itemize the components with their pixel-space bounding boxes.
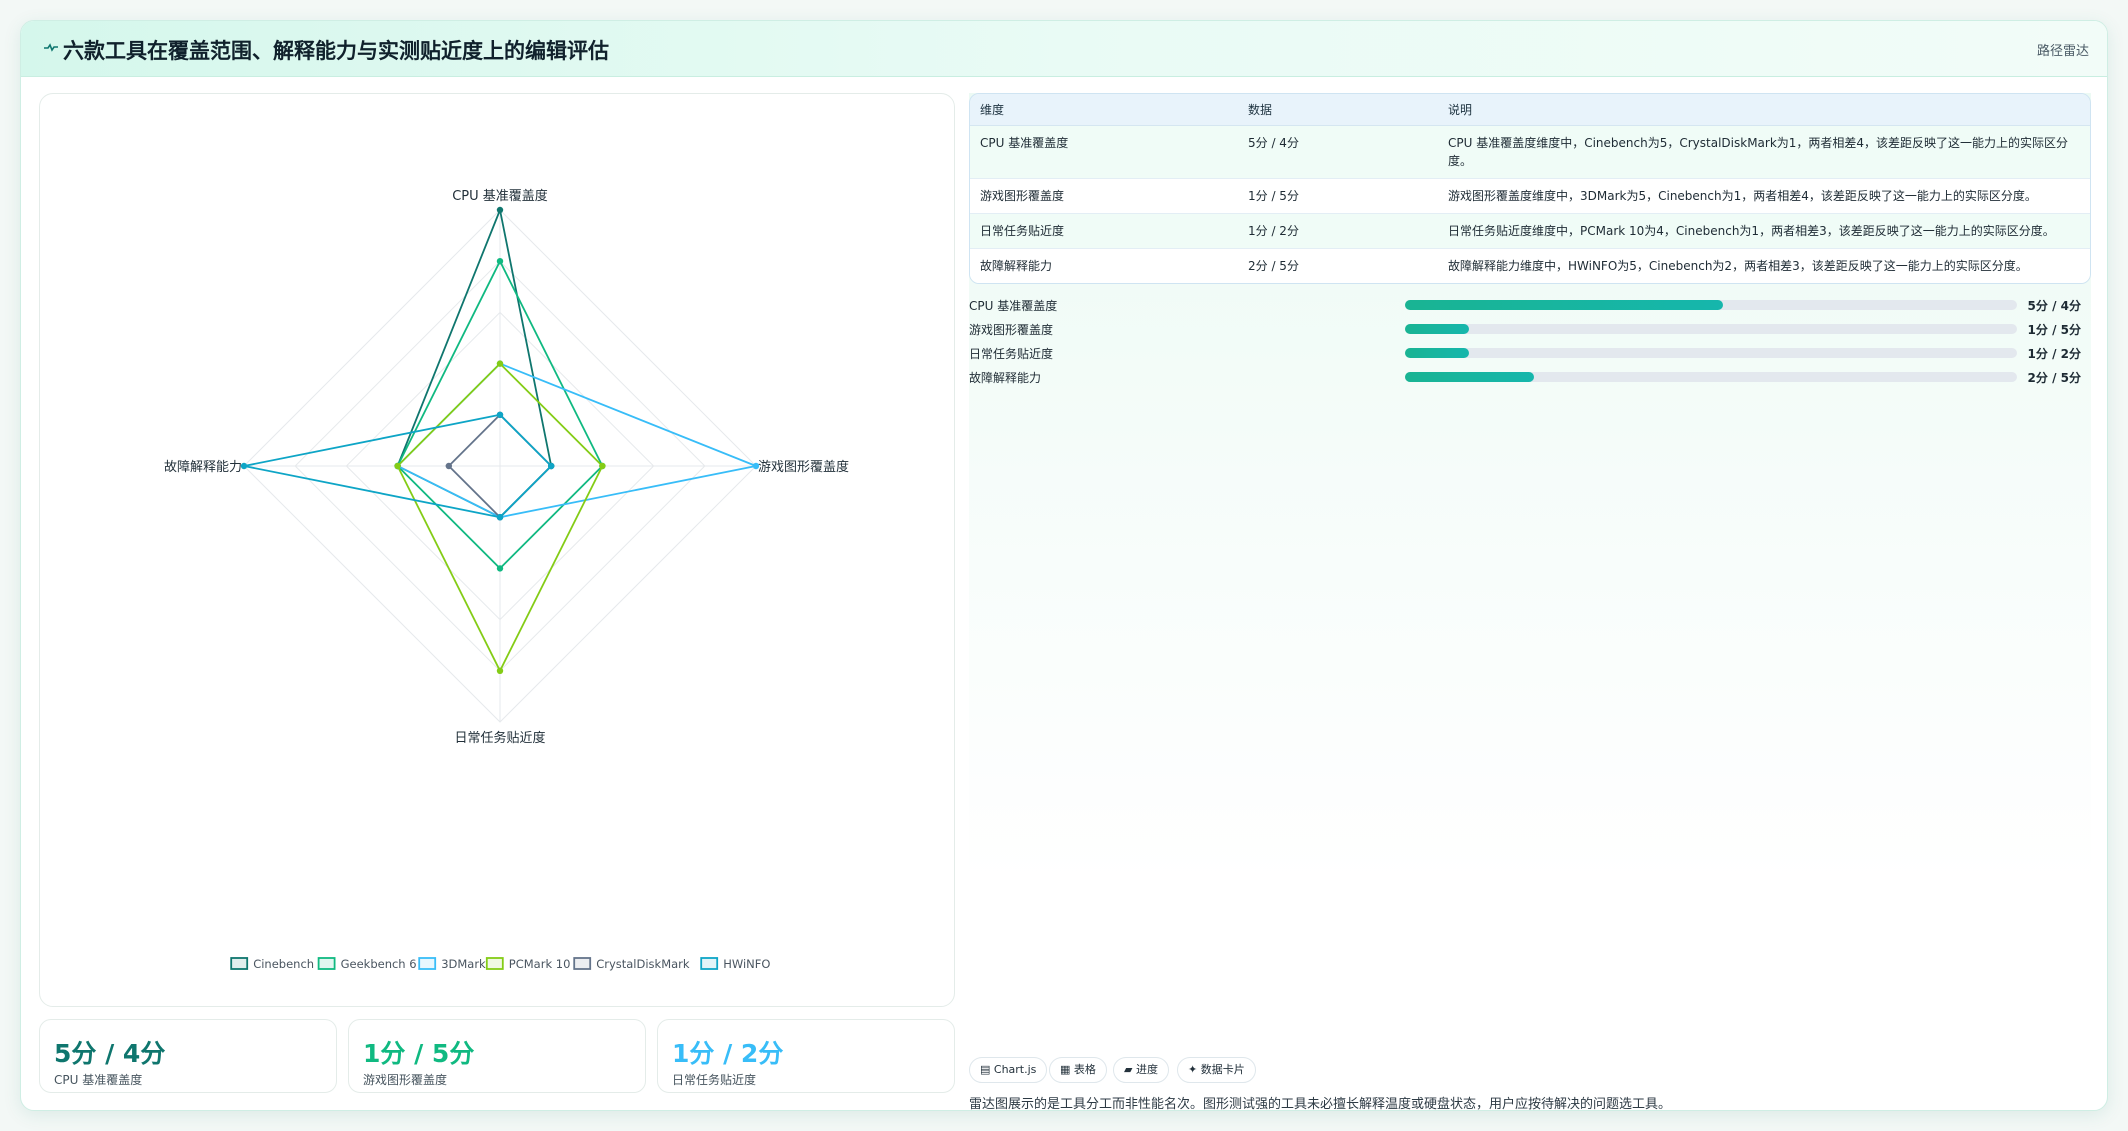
series-line-0 bbox=[396, 209, 553, 519]
progress-row: 日常任务贴近度 1分 / 2分 bbox=[969, 341, 2091, 365]
stat-value: 1分 / 5分 bbox=[363, 1039, 475, 1068]
axis-label-0: CPU 基准覆盖度 bbox=[452, 188, 548, 204]
series-point-3-0 bbox=[496, 360, 504, 367]
legend-label-0: Cinebench bbox=[253, 957, 314, 971]
details-panel: 维度 数据 说明 CPU 基准覆盖度 5分 / 4分 CPU 基准覆盖度维度中，… bbox=[969, 93, 2091, 883]
progress-label: 故障解释能力 bbox=[969, 371, 1042, 385]
table-cell: 5分 / 4分 bbox=[1238, 126, 1438, 179]
progress-value: 1分 / 5分 bbox=[2027, 323, 2081, 337]
legend-swatch-0 bbox=[230, 957, 249, 970]
table-cell: 故障解释能力 bbox=[970, 249, 1238, 283]
footnote: 雷达图展示的是工具分工而非性能名次。图形测试强的工具未必擅长解释温度或硬盘状态，… bbox=[969, 1097, 1672, 1111]
stat-label: 游戏图形覆盖度 bbox=[363, 1073, 448, 1087]
dashboard-frame: 六款工具在覆盖范围、解释能力与实测贴近度上的编辑评估 路径雷达 CPU 基准覆盖… bbox=[20, 20, 2108, 1111]
axis-label-2: 日常任务贴近度 bbox=[454, 730, 545, 746]
table-cell: 日常任务贴近度维度中，PCMark 10为4，Cinebench为1，两者相差3… bbox=[1438, 214, 2090, 249]
series-point-5-2 bbox=[496, 514, 504, 521]
progress-row: 游戏图形覆盖度 1分 / 5分 bbox=[969, 317, 2091, 341]
table-header-note: 说明 bbox=[1438, 94, 2090, 126]
series-point-5-0 bbox=[496, 411, 504, 418]
table-cell: 日常任务贴近度 bbox=[970, 214, 1238, 249]
progress-fill bbox=[1405, 348, 1470, 358]
pulse-icon bbox=[44, 43, 58, 52]
table-cell: 游戏图形覆盖度维度中，3DMark为5，Cinebench为1，两者相差4，该差… bbox=[1438, 179, 2090, 214]
table-cell: 1分 / 2分 bbox=[1238, 214, 1438, 249]
table-cell: 故障解释能力维度中，HWiNFO为5，Cinebench为2，两者相差3，该差距… bbox=[1438, 249, 2090, 283]
chip-chartjs[interactable]: ▤ Chart.js bbox=[969, 1057, 1048, 1083]
chart-type-tag: 路径雷达 bbox=[2036, 44, 2089, 59]
progress-label: CPU 基准覆盖度 bbox=[969, 299, 1058, 313]
table-header-data: 数据 bbox=[1238, 94, 1438, 126]
progress-value: 1分 / 2分 bbox=[2027, 347, 2081, 361]
legend-swatch-1 bbox=[317, 957, 336, 970]
legend-label-4: CrystalDiskMark bbox=[596, 957, 690, 971]
legend-swatch-5 bbox=[700, 957, 719, 970]
table-cell: 1分 / 5分 bbox=[1238, 179, 1438, 214]
progress-value: 2分 / 5分 bbox=[2027, 371, 2081, 385]
series-point-3-2 bbox=[496, 667, 504, 674]
header-bar: 六款工具在覆盖范围、解释能力与实测贴近度上的编辑评估 路径雷达 bbox=[21, 21, 2107, 77]
table-header-row: 维度 数据 说明 bbox=[970, 94, 2090, 126]
table-cell: 2分 / 5分 bbox=[1238, 249, 1438, 283]
progress-fill bbox=[1405, 300, 1724, 310]
series-point-5-1 bbox=[548, 462, 555, 470]
table-cell: CPU 基准覆盖度 bbox=[970, 126, 1238, 179]
stat-value: 5分 / 4分 bbox=[54, 1039, 166, 1068]
progress-track bbox=[1405, 300, 2017, 310]
series-point-0-0 bbox=[496, 206, 504, 214]
progress-label: 游戏图形覆盖度 bbox=[969, 323, 1054, 337]
progress-fill bbox=[1405, 324, 1470, 334]
series-point-4-3 bbox=[445, 462, 452, 470]
legend-label-3: PCMark 10 bbox=[509, 957, 571, 971]
stat-card-cpu: 5分 / 4分 CPU 基准覆盖度 bbox=[39, 1019, 337, 1093]
progress-row: 故障解释能力 2分 / 5分 bbox=[969, 365, 2091, 389]
dimension-table: 维度 数据 说明 CPU 基准覆盖度 5分 / 4分 CPU 基准覆盖度维度中，… bbox=[969, 93, 2091, 284]
radar-chart-card: CPU 基准覆盖度游戏图形覆盖度日常任务贴近度 故障解释能力 Cinebench Ge… bbox=[39, 93, 955, 1007]
radar-chart: CPU 基准覆盖度游戏图形覆盖度日常任务贴近度 故障解释能力 Cinebench Ge… bbox=[164, 188, 849, 971]
legend-swatch-4 bbox=[573, 957, 592, 970]
series-point-3-1 bbox=[599, 462, 606, 470]
axis-label-1: 游戏图形覆盖度 bbox=[758, 459, 849, 475]
stat-card-daily: 1分 / 2分 日常任务贴近度 bbox=[657, 1019, 955, 1093]
series-point-1-0 bbox=[496, 258, 504, 265]
table-row: CPU 基准覆盖度 5分 / 4分 CPU 基准覆盖度维度中，Cinebench… bbox=[970, 126, 2090, 179]
progress-fill bbox=[1405, 372, 1534, 382]
series-point-2-1 bbox=[752, 462, 760, 470]
table-header-dimension: 维度 bbox=[970, 94, 1238, 126]
legend-label-5: HWiNFO bbox=[723, 957, 770, 971]
stat-value: 1分 / 2分 bbox=[672, 1039, 784, 1068]
legend-swatch-3 bbox=[485, 957, 504, 970]
progress-track bbox=[1405, 324, 2017, 334]
table-cell: CPU 基准覆盖度维度中，Cinebench为5，CrystalDiskMark… bbox=[1438, 126, 2090, 179]
chip-progress[interactable]: ▰ 进度 bbox=[1113, 1057, 1169, 1083]
progress-track bbox=[1405, 348, 2017, 358]
stat-label: CPU 基准覆盖度 bbox=[54, 1073, 143, 1087]
chip-table[interactable]: ▦ 表格 bbox=[1049, 1057, 1107, 1083]
table-row: 日常任务贴近度 1分 / 2分 日常任务贴近度维度中，PCMark 10为4，C… bbox=[970, 214, 2090, 249]
chip-data-cards[interactable]: ✦ 数据卡片 bbox=[1177, 1057, 1256, 1083]
legend-label-2: 3DMark bbox=[441, 957, 486, 971]
series-point-3-3 bbox=[394, 462, 401, 470]
legend-swatch-2 bbox=[418, 957, 437, 970]
series-point-5-3 bbox=[240, 462, 248, 470]
table-cell: 游戏图形覆盖度 bbox=[970, 179, 1238, 214]
stat-card-gaming: 1分 / 5分 游戏图形覆盖度 bbox=[348, 1019, 646, 1093]
page-title: 六款工具在覆盖范围、解释能力与实测贴近度上的编辑评估 bbox=[63, 39, 609, 63]
table-row: 故障解释能力 2分 / 5分 故障解释能力维度中，HWiNFO为5，Cinebe… bbox=[970, 249, 2090, 283]
legend-label-1: Geekbench 6 bbox=[341, 957, 417, 971]
progress-row: CPU 基准覆盖度 5分 / 4分 bbox=[969, 293, 2091, 317]
progress-value: 5分 / 4分 bbox=[2027, 299, 2081, 313]
series-point-1-2 bbox=[496, 565, 504, 572]
table-row: 游戏图形覆盖度 1分 / 5分 游戏图形覆盖度维度中，3DMark为5，Cine… bbox=[970, 179, 2090, 214]
progress-track bbox=[1405, 372, 2017, 382]
progress-list: CPU 基准覆盖度 5分 / 4分 游戏图形覆盖度 1分 / 5分 日常任务贴近… bbox=[969, 293, 2091, 389]
axis-label-3: 故障解释能力 bbox=[164, 460, 242, 475]
stat-label: 日常任务贴近度 bbox=[672, 1073, 757, 1087]
progress-label: 日常任务贴近度 bbox=[969, 347, 1054, 361]
